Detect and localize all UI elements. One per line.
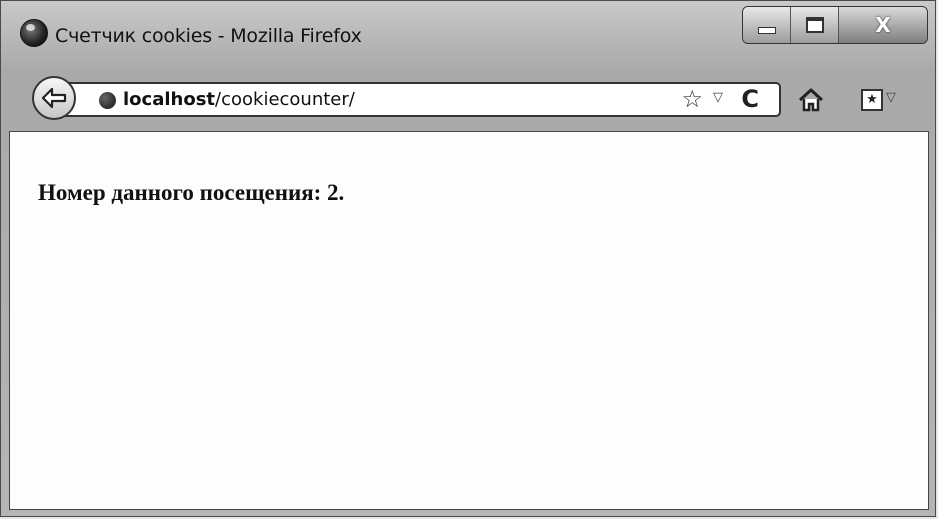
address-bar[interactable]: localhost/cookiecounter/ ☆ ▽ C [61,82,781,117]
minimize-icon [757,26,776,34]
visit-counter-text: Номер данного посещения: 2. [38,180,345,205]
bookmarks-icon: ★ [866,92,878,107]
bookmarks-button[interactable]: ★ [861,89,883,111]
url-text[interactable]: localhost/cookiecounter/ [123,89,355,110]
home-icon [798,88,824,112]
close-icon: X [875,13,891,37]
window-controls: X [742,6,928,44]
firefox-icon[interactable] [20,19,48,47]
minimize-button[interactable] [743,7,791,43]
bookmark-star-icon[interactable]: ☆ [681,86,703,112]
maximize-button[interactable] [791,7,839,43]
url-host: localhost [123,89,216,110]
url-path: /cookiecounter/ [215,89,355,110]
reload-icon[interactable]: C [741,85,759,113]
globe-icon[interactable] [99,92,116,109]
window-title: Счетчик cookies - Mozilla Firefox [55,25,362,47]
history-dropdown-icon[interactable]: ▽ [713,90,723,105]
home-button[interactable] [796,85,826,115]
bookmarks-dropdown-icon[interactable]: ▽ [886,90,896,105]
back-button[interactable] [32,76,76,120]
navigation-toolbar: localhost/cookiecounter/ ☆ ▽ C ★ ▽ [1,69,935,131]
back-arrow-icon [41,87,67,109]
maximize-icon [805,17,824,33]
page-content: Номер данного посещения: 2. [9,131,929,510]
close-button[interactable]: X [839,7,927,43]
browser-window: Счетчик cookies - Mozilla Firefox X loca… [0,0,936,517]
